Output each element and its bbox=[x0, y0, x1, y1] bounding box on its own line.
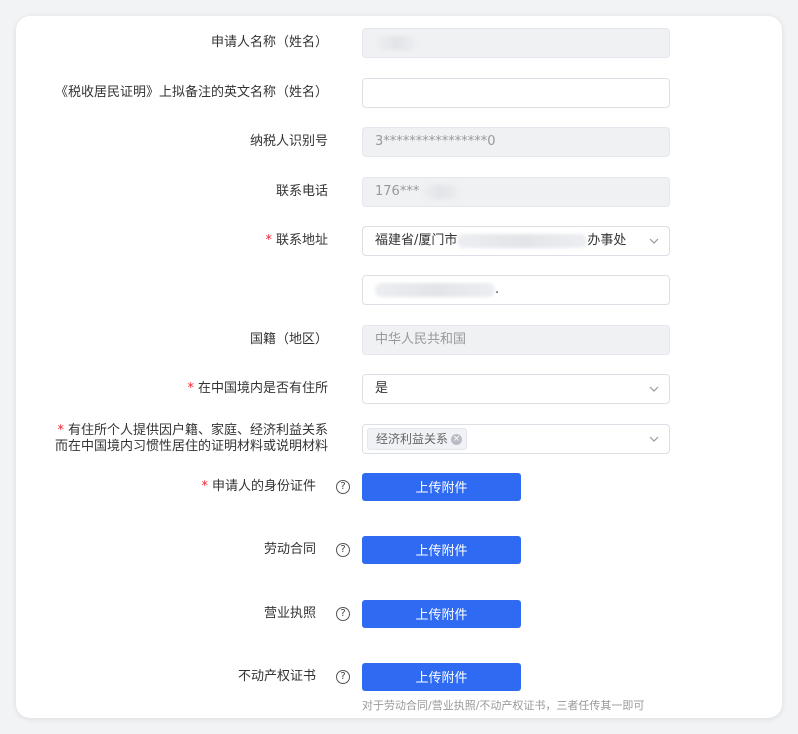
chevron-down-icon bbox=[649, 386, 659, 392]
question-circle-icon[interactable]: ? bbox=[336, 543, 350, 557]
applicant-name-label: 申请人名称（姓名） bbox=[210, 35, 328, 50]
close-icon[interactable]: × bbox=[451, 433, 463, 445]
english-name-label: 《税收居民证明》上拟备注的英文名称（姓名） bbox=[54, 85, 328, 100]
phone-field: 176*** bbox=[362, 177, 670, 207]
proof-label-line1-text: 有住所个人提供因户籍、家庭、经济利益关系 bbox=[67, 423, 328, 438]
upload-property-cert-button[interactable]: 上传附件 bbox=[362, 663, 521, 691]
id-document-label-text: 申请人的身份证件 bbox=[211, 479, 316, 494]
phone-label: 联系电话 bbox=[275, 184, 328, 199]
proof-materials-label-line2: 而在中国境内习惯性居住的证明材料或说明材料 bbox=[54, 439, 328, 454]
business-license-label: 营业执照 bbox=[263, 606, 316, 621]
upload-hint-text: 对于劳动合同/营业执照/不动产权证书，三者任传其一即可 bbox=[362, 699, 645, 712]
question-circle-icon[interactable]: ? bbox=[336, 607, 350, 621]
nationality-value: 中华人民共和国 bbox=[375, 332, 467, 347]
address-detail-value: . bbox=[495, 282, 500, 297]
nationality-label: 国籍（地区） bbox=[249, 332, 328, 347]
masked-value bbox=[457, 233, 588, 248]
taxpayer-id-label: 纳税人识别号 bbox=[249, 134, 328, 149]
required-mark: * bbox=[201, 479, 208, 494]
proof-materials-label-line1: * 有住所个人提供因户籍、家庭、经济利益关系 bbox=[55, 423, 328, 439]
selected-tag-text: 经济利益关系 bbox=[376, 431, 449, 446]
english-name-input[interactable] bbox=[375, 79, 657, 107]
chevron-down-icon bbox=[649, 238, 659, 244]
required-mark: * bbox=[187, 381, 194, 396]
property-cert-label: 不动产权证书 bbox=[237, 669, 316, 684]
address-select[interactable]: 福建省/厦门市 办事处 bbox=[362, 226, 670, 256]
nationality-field: 中华人民共和国 bbox=[362, 325, 670, 355]
upload-labor-contract-button[interactable]: 上传附件 bbox=[362, 536, 521, 564]
address-detail-field[interactable]: . bbox=[362, 275, 670, 305]
upload-id-document-button[interactable]: 上传附件 bbox=[362, 473, 521, 501]
chevron-down-icon bbox=[649, 436, 659, 442]
proof-materials-label: * 有住所个人提供因户籍、家庭、经济利益关系 而在中国境内习惯性居住的证明材料或说… bbox=[55, 423, 328, 455]
masked-value bbox=[375, 282, 495, 297]
has-residence-value: 是 bbox=[375, 381, 389, 396]
address-label-text: 联系地址 bbox=[275, 233, 328, 248]
has-residence-label-text: 在中国境内是否有住所 bbox=[197, 381, 328, 396]
required-mark: * bbox=[265, 233, 272, 248]
has-residence-select[interactable]: 是 bbox=[362, 374, 670, 404]
taxpayer-id-field: 3****************0 bbox=[362, 127, 670, 157]
applicant-name-field bbox=[362, 28, 670, 58]
labor-contract-label: 劳动合同 bbox=[263, 542, 316, 557]
has-residence-label: * 在中国境内是否有住所 bbox=[187, 381, 328, 397]
address-value-prefix: 福建省/厦门市 bbox=[375, 233, 458, 248]
address-value-suffix: 办事处 bbox=[587, 233, 627, 248]
upload-business-license-button[interactable]: 上传附件 bbox=[362, 600, 521, 628]
masked-value bbox=[377, 35, 417, 50]
address-label: * 联系地址 bbox=[265, 233, 328, 249]
question-circle-icon[interactable]: ? bbox=[336, 670, 350, 684]
id-document-label: * 申请人的身份证件 bbox=[201, 479, 316, 495]
english-name-field[interactable] bbox=[362, 78, 670, 108]
masked-value bbox=[423, 184, 460, 199]
taxpayer-id-value: 3****************0 bbox=[375, 134, 496, 149]
phone-value: 176*** bbox=[375, 184, 420, 199]
selected-tag: 经济利益关系 × bbox=[367, 427, 468, 450]
question-circle-icon[interactable]: ? bbox=[336, 480, 350, 494]
application-form-card: 申请人名称（姓名） 《税收居民证明》上拟备注的英文名称（姓名） 纳税人识别号 3… bbox=[16, 16, 782, 718]
required-mark: * bbox=[57, 423, 64, 438]
proof-materials-multiselect[interactable]: 经济利益关系 × bbox=[362, 424, 670, 454]
